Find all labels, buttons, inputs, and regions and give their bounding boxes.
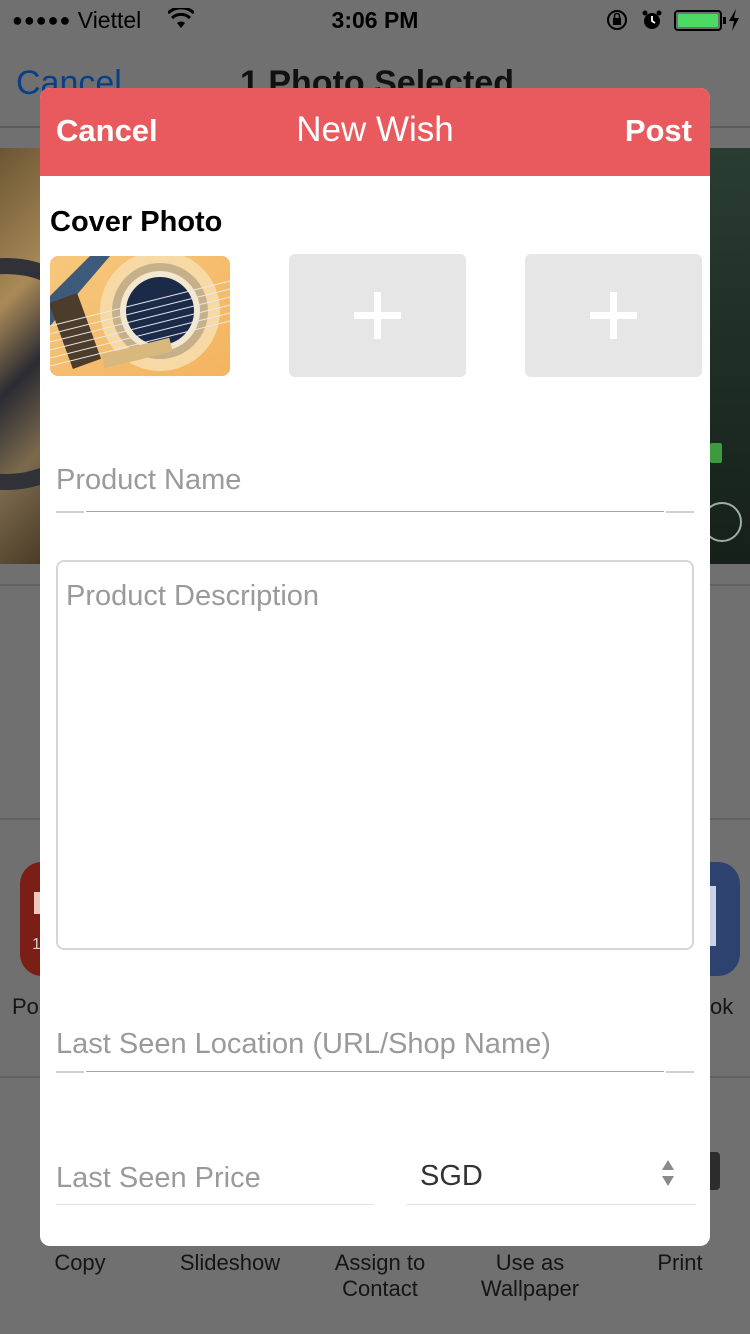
product-description-field (56, 560, 694, 950)
status-bar: ●●●●● Viettel 3:06 PM (0, 0, 750, 40)
background-photo-left (0, 148, 122, 564)
plus-icon (374, 292, 381, 339)
last-seen-price-input[interactable] (56, 1156, 356, 1200)
alarm-icon (642, 10, 662, 29)
action-copy: Copy (54, 1250, 106, 1275)
add-photo-button[interactable] (525, 254, 702, 377)
guitar-photo-image (50, 256, 230, 376)
currency-select[interactable]: SGD (420, 1160, 483, 1193)
action-slideshow: Slideshow (179, 1250, 281, 1275)
action-use-as-wallpaper: Use as Wallpaper (480, 1250, 580, 1301)
field-underline (406, 1204, 696, 1205)
background-action-icon (710, 1152, 720, 1190)
field-underline (666, 1071, 694, 1073)
field-underline (56, 511, 84, 513)
add-photo-button[interactable] (289, 254, 466, 377)
plus-icon (610, 292, 617, 339)
product-name-input[interactable] (56, 458, 676, 502)
share-app-icon-right (710, 862, 740, 976)
field-underline (86, 1071, 664, 1072)
action-assign-to-contact: Assign to Contact (334, 1250, 426, 1301)
cover-photo-label: Cover Photo (50, 206, 223, 238)
field-underline (666, 511, 694, 513)
field-underline (56, 1204, 374, 1205)
last-seen-price-field (56, 1156, 356, 1200)
charging-bolt-icon (729, 9, 739, 31)
share-app-label-left: Po (12, 994, 39, 1019)
status-time: 3:06 PM (331, 7, 419, 33)
share-app-label-right: ok (710, 994, 734, 1019)
field-underline (56, 1071, 84, 1073)
orientation-lock-icon (607, 10, 627, 30)
field-underline (86, 511, 664, 512)
cover-photo-thumbnail[interactable] (50, 256, 230, 376)
last-seen-location-input[interactable] (56, 1022, 676, 1066)
action-print: Print (657, 1250, 703, 1275)
share-actions-row: Copy Slideshow Assign to Contact Use as … (0, 1250, 750, 1320)
last-seen-location-field (56, 1022, 676, 1066)
battery-icon (674, 10, 726, 31)
modal-title: New Wish (296, 110, 454, 149)
new-wish-modal: Cancel New Wish Post Cover Photo Product… (40, 88, 710, 1246)
product-name-field (56, 458, 676, 502)
product-description-input[interactable] (58, 562, 692, 948)
background-photo-right (702, 148, 750, 564)
post-button[interactable]: Post (625, 113, 692, 149)
modal-header: Cancel New Wish Post (40, 88, 710, 176)
select-stepper-icon[interactable] (660, 1158, 676, 1188)
